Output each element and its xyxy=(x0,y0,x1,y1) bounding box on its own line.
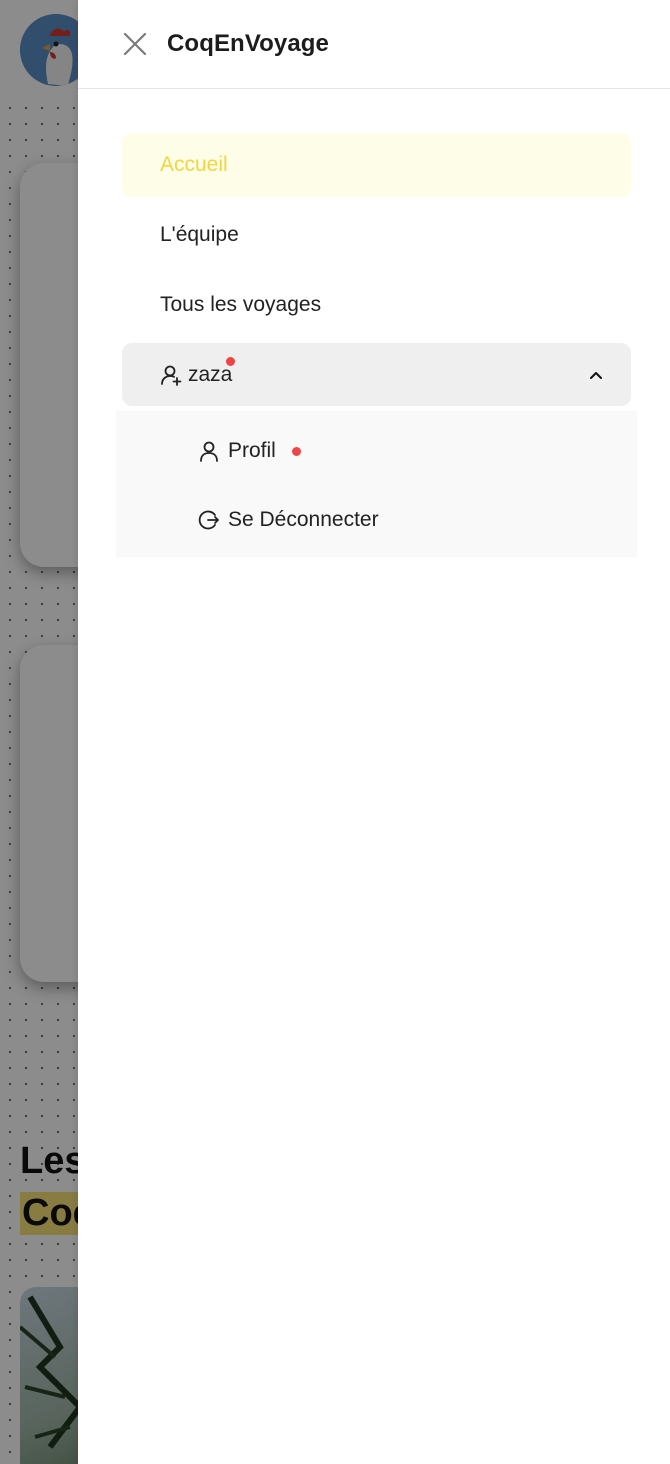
user-name: zaza xyxy=(188,362,233,386)
nav-item-label: Accueil xyxy=(160,153,228,176)
drawer-header: CoqEnVoyage xyxy=(78,0,670,89)
page: Les Coc CoqEnVoyage Accueil L'équipe Tou… xyxy=(0,0,670,1464)
submenu-item-logout[interactable]: Se Déconnecter xyxy=(198,500,379,540)
close-icon xyxy=(122,31,148,57)
nav-item-label: Tous les voyages xyxy=(160,293,322,316)
nav-item-label: L'équipe xyxy=(160,223,239,246)
notification-dot xyxy=(226,356,236,366)
submenu-item-label: Profil xyxy=(228,439,276,462)
logout-icon xyxy=(198,509,220,531)
user-plus-icon xyxy=(160,364,182,386)
nav-item-tous-les-voyages[interactable]: Tous les voyages xyxy=(122,273,631,337)
submenu-item-profil[interactable]: Profil xyxy=(198,431,301,471)
submenu-item-label: Se Déconnecter xyxy=(228,508,379,531)
drawer-title: CoqEnVoyage xyxy=(167,30,330,57)
notification-dot xyxy=(291,446,301,456)
chevron-up-icon xyxy=(587,366,605,384)
drawer-nav: Accueil L'équipe Tous les voyages zaza xyxy=(122,133,631,412)
user-submenu: Profil Se Déconnecter xyxy=(116,411,637,557)
user-icon xyxy=(198,440,220,462)
user-menu-toggle[interactable]: zaza xyxy=(122,343,631,406)
nav-item-equipe[interactable]: L'équipe xyxy=(122,203,631,267)
nav-item-accueil[interactable]: Accueil xyxy=(122,133,631,197)
close-button[interactable] xyxy=(118,27,152,61)
nav-drawer: CoqEnVoyage Accueil L'équipe Tous les vo… xyxy=(78,0,670,1464)
